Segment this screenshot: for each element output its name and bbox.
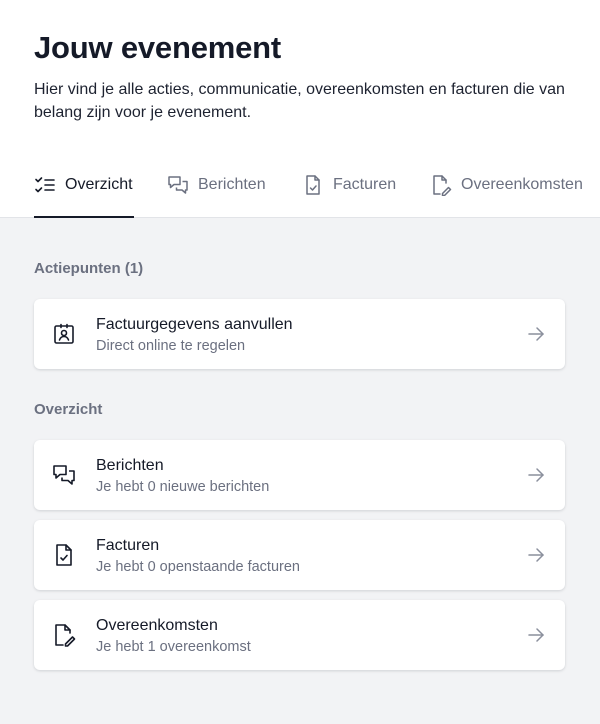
overview-card-facturen[interactable]: Facturen Je hebt 0 openstaande facturen bbox=[34, 520, 565, 590]
card-title: Factuurgegevens aanvullen bbox=[96, 316, 293, 333]
header-area: Jouw evenement Hier vind je alle acties,… bbox=[0, 0, 600, 218]
tab-overeenkomsten[interactable]: Overeenkomsten bbox=[430, 170, 583, 218]
page-description: Hier vind je alle acties, communicatie, … bbox=[34, 81, 565, 121]
card-subtitle: Je hebt 0 nieuwe berichten bbox=[96, 479, 270, 495]
document-edit-icon bbox=[430, 174, 452, 196]
chat-icon bbox=[167, 174, 189, 196]
action-card-factuurgegevens[interactable]: Factuurgegevens aanvullen Direct online … bbox=[34, 299, 565, 369]
tab-overzicht[interactable]: Overzicht bbox=[34, 170, 134, 218]
tab-label: Facturen bbox=[333, 176, 397, 193]
arrow-right-icon bbox=[527, 325, 545, 343]
overview-card-berichten[interactable]: Berichten Je hebt 0 nieuwe berichten bbox=[34, 440, 565, 510]
card-subtitle: Direct online te regelen bbox=[96, 338, 246, 354]
arrow-right-icon bbox=[527, 466, 545, 484]
card-subtitle: Je hebt 0 openstaande facturen bbox=[96, 559, 300, 575]
overview-heading: Overzicht bbox=[34, 401, 103, 418]
card-title: Overeenkomsten bbox=[96, 617, 218, 634]
action-points-heading: Actiepunten (1) bbox=[34, 260, 144, 277]
document-check-icon bbox=[302, 174, 324, 196]
card-title: Facturen bbox=[96, 537, 160, 554]
page-title: Jouw evenement bbox=[34, 30, 282, 65]
tab-berichten[interactable]: Berichten bbox=[167, 170, 266, 218]
document-check-icon bbox=[52, 543, 76, 567]
tab-facturen[interactable]: Facturen bbox=[302, 170, 396, 218]
overview-card-overeenkomsten[interactable]: Overeenkomsten Je hebt 1 overeenkomst bbox=[34, 600, 565, 670]
arrow-right-icon bbox=[527, 546, 545, 564]
card-title: Berichten bbox=[96, 457, 164, 474]
tab-bar: Overzicht Berichten Facturen Overeenkoms… bbox=[0, 170, 600, 218]
document-edit-icon bbox=[52, 623, 76, 647]
card-subtitle: Je hebt 1 overeenkomst bbox=[96, 639, 251, 655]
chat-icon bbox=[52, 463, 76, 487]
arrow-right-icon bbox=[527, 626, 545, 644]
checklist-icon bbox=[34, 174, 56, 196]
contact-badge-icon bbox=[52, 322, 76, 346]
tab-label: Overzicht bbox=[65, 176, 133, 193]
tab-label: Overeenkomsten bbox=[461, 176, 583, 193]
tab-label: Berichten bbox=[198, 176, 266, 193]
